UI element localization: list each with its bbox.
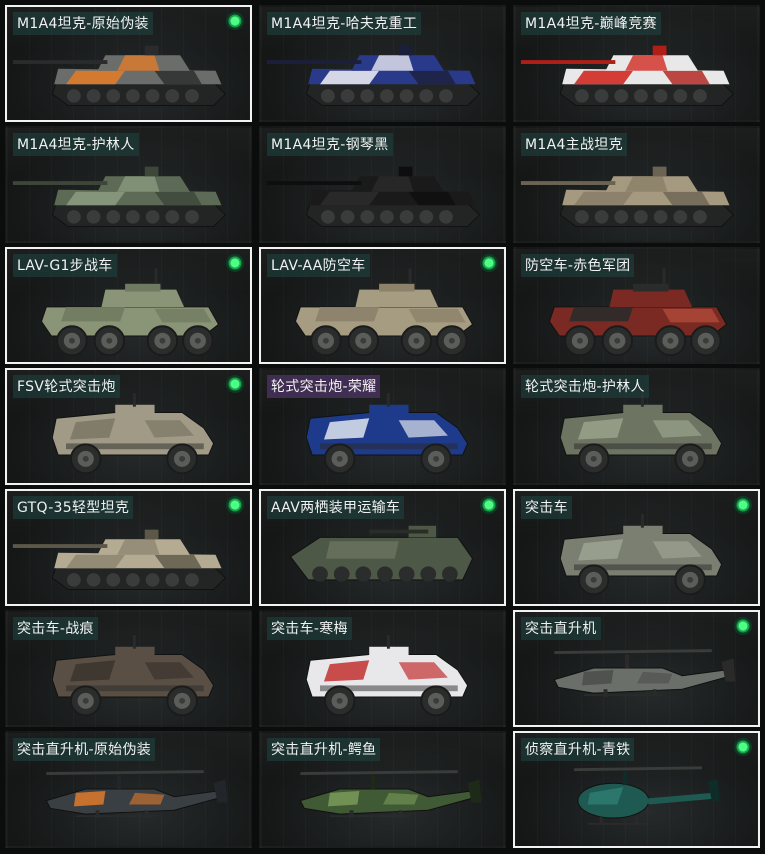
equipped-indicator-icon bbox=[734, 496, 752, 514]
vehicle-card[interactable]: 突击车-战痕 bbox=[5, 610, 252, 727]
vehicle-card[interactable]: 突击直升机-原始伪装 bbox=[5, 731, 252, 848]
vehicle-name: M1A4坦克-钢琴黑 bbox=[267, 133, 393, 156]
vehicle-card[interactable]: 突击直升机 bbox=[513, 610, 760, 727]
equipped-indicator-icon bbox=[226, 12, 244, 30]
vehicle-name: AAV两栖装甲运输车 bbox=[267, 496, 405, 519]
vehicle-card[interactable]: GTQ-35轻型坦克 bbox=[5, 489, 252, 606]
equipped-indicator-icon bbox=[734, 738, 752, 756]
vehicle-card[interactable]: FSV轮式突击炮 bbox=[5, 368, 252, 485]
vehicle-card[interactable]: 轮式突击炮-护林人 bbox=[513, 368, 760, 485]
vehicle-card[interactable]: 突击直升机-鳄鱼 bbox=[259, 731, 506, 848]
vehicle-name: 轮式突击炮-荣耀 bbox=[267, 375, 381, 398]
vehicle-card[interactable]: M1A4坦克-钢琴黑 bbox=[259, 126, 506, 243]
equipped-indicator-icon bbox=[226, 375, 244, 393]
equipped-indicator-icon bbox=[480, 496, 498, 514]
vehicle-name: 轮式突击炮-护林人 bbox=[521, 375, 649, 398]
equipped-indicator-icon bbox=[226, 496, 244, 514]
vehicle-name: LAV-G1步战车 bbox=[13, 254, 117, 277]
vehicle-name: M1A4主战坦克 bbox=[521, 133, 627, 156]
vehicle-card[interactable]: 突击车-寒梅 bbox=[259, 610, 506, 727]
vehicle-name: 突击车-战痕 bbox=[13, 617, 98, 640]
vehicle-name: 突击车 bbox=[521, 496, 572, 519]
vehicle-card[interactable]: 突击车 bbox=[513, 489, 760, 606]
vehicle-card[interactable]: LAV-AA防空车 bbox=[259, 247, 506, 364]
vehicle-name: 突击直升机 bbox=[521, 617, 601, 640]
equipped-indicator-icon bbox=[734, 617, 752, 635]
vehicle-name: 突击车-寒梅 bbox=[267, 617, 352, 640]
vehicle-grid: M1A4坦克-原始伪装 M1A4坦克-哈夫克重工 M1A4坦克-巅峰竞赛 M1A… bbox=[5, 5, 761, 851]
vehicle-name: 突击直升机-原始伪装 bbox=[13, 738, 156, 761]
vehicle-name: LAV-AA防空车 bbox=[267, 254, 370, 277]
vehicle-card[interactable]: M1A4坦克-哈夫克重工 bbox=[259, 5, 506, 122]
vehicle-card[interactable]: 防空车-赤色军团 bbox=[513, 247, 760, 364]
vehicle-card[interactable]: 侦察直升机-青铁 bbox=[513, 731, 760, 848]
vehicle-name: GTQ-35轻型坦克 bbox=[13, 496, 134, 519]
vehicle-card[interactable]: M1A4主战坦克 bbox=[513, 126, 760, 243]
vehicle-name: M1A4坦克-原始伪装 bbox=[13, 12, 153, 35]
vehicle-name: M1A4坦克-哈夫克重工 bbox=[267, 12, 422, 35]
equipped-indicator-icon bbox=[480, 254, 498, 272]
vehicle-card[interactable]: AAV两栖装甲运输车 bbox=[259, 489, 506, 606]
vehicle-card[interactable]: LAV-G1步战车 bbox=[5, 247, 252, 364]
vehicle-name: 突击直升机-鳄鱼 bbox=[267, 738, 381, 761]
equipped-indicator-icon bbox=[226, 254, 244, 272]
vehicle-card[interactable]: M1A4坦克-巅峰竞赛 bbox=[513, 5, 760, 122]
vehicle-name: FSV轮式突击炮 bbox=[13, 375, 120, 398]
vehicle-name: M1A4坦克-护林人 bbox=[13, 133, 139, 156]
vehicle-card[interactable]: M1A4坦克-护林人 bbox=[5, 126, 252, 243]
vehicle-card[interactable]: M1A4坦克-原始伪装 bbox=[5, 5, 252, 122]
vehicle-name: 侦察直升机-青铁 bbox=[521, 738, 635, 761]
vehicle-card[interactable]: 轮式突击炮-荣耀 bbox=[259, 368, 506, 485]
vehicle-name: M1A4坦克-巅峰竞赛 bbox=[521, 12, 661, 35]
vehicle-name: 防空车-赤色军团 bbox=[521, 254, 635, 277]
